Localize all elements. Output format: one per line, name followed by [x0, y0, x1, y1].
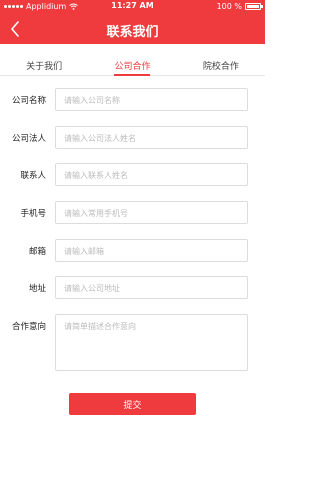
- tab-about-us[interactable]: 关于我们: [0, 54, 88, 75]
- contact-row: 联系人 请输入联系人姓名: [0, 163, 265, 201]
- company-name-row: 公司名称 请输入公司名称: [0, 88, 265, 126]
- cooperation-form: 公司名称 请输入公司名称 公司法人 请输入公司法人姓名 联系人 请输入联系人姓名…: [0, 88, 265, 372]
- address-label: 地址: [28, 284, 46, 295]
- email-row: 邮箱 请输入邮箱: [0, 238, 265, 277]
- nav-bar: 联系我们: [0, 14, 265, 44]
- company-name-label: 公司名称: [11, 96, 46, 106]
- phone-label: 手机号: [20, 209, 46, 220]
- page-title: 联系我们: [106, 25, 159, 40]
- address-input[interactable]: 请输入公司地址: [55, 276, 248, 300]
- legal-person-input[interactable]: 请输入公司法人姓名: [55, 125, 248, 149]
- company-name-input[interactable]: 请输入公司名称: [55, 88, 248, 111]
- tab-school-cooperation[interactable]: 院校合作: [177, 54, 265, 75]
- contact-input[interactable]: 请输入联系人姓名: [55, 163, 248, 187]
- phone-input[interactable]: 请输入常用手机号: [55, 201, 248, 225]
- intention-label: 合作意向: [11, 322, 46, 333]
- status-right: 100 %: [216, 2, 263, 11]
- address-row: 地址 请输入公司地址: [0, 276, 265, 314]
- email-input[interactable]: 请输入邮箱: [55, 238, 248, 262]
- email-label: 邮箱: [28, 246, 46, 257]
- intention-textarea[interactable]: 请简单描述合作意向: [55, 314, 248, 372]
- status-bar: Applidium 11:27 AM 100 %: [0, 0, 265, 14]
- battery-percentage: 100 %: [216, 2, 242, 11]
- tab-company-cooperation[interactable]: 公司合作: [88, 54, 176, 76]
- tab-bar: 关于我们 公司合作 院校合作: [0, 54, 265, 76]
- battery-icon: [245, 3, 263, 10]
- submit-button[interactable]: 提交: [69, 393, 196, 415]
- contact-label: 联系人: [20, 171, 46, 182]
- intention-row: 合作意向 请简单描述合作意向: [0, 314, 265, 372]
- phone-row: 手机号 请输入常用手机号: [0, 201, 265, 239]
- battery-fill: [247, 5, 259, 8]
- legal-person-row: 公司法人 请输入公司法人姓名: [0, 125, 265, 164]
- legal-person-label: 公司法人: [11, 133, 46, 144]
